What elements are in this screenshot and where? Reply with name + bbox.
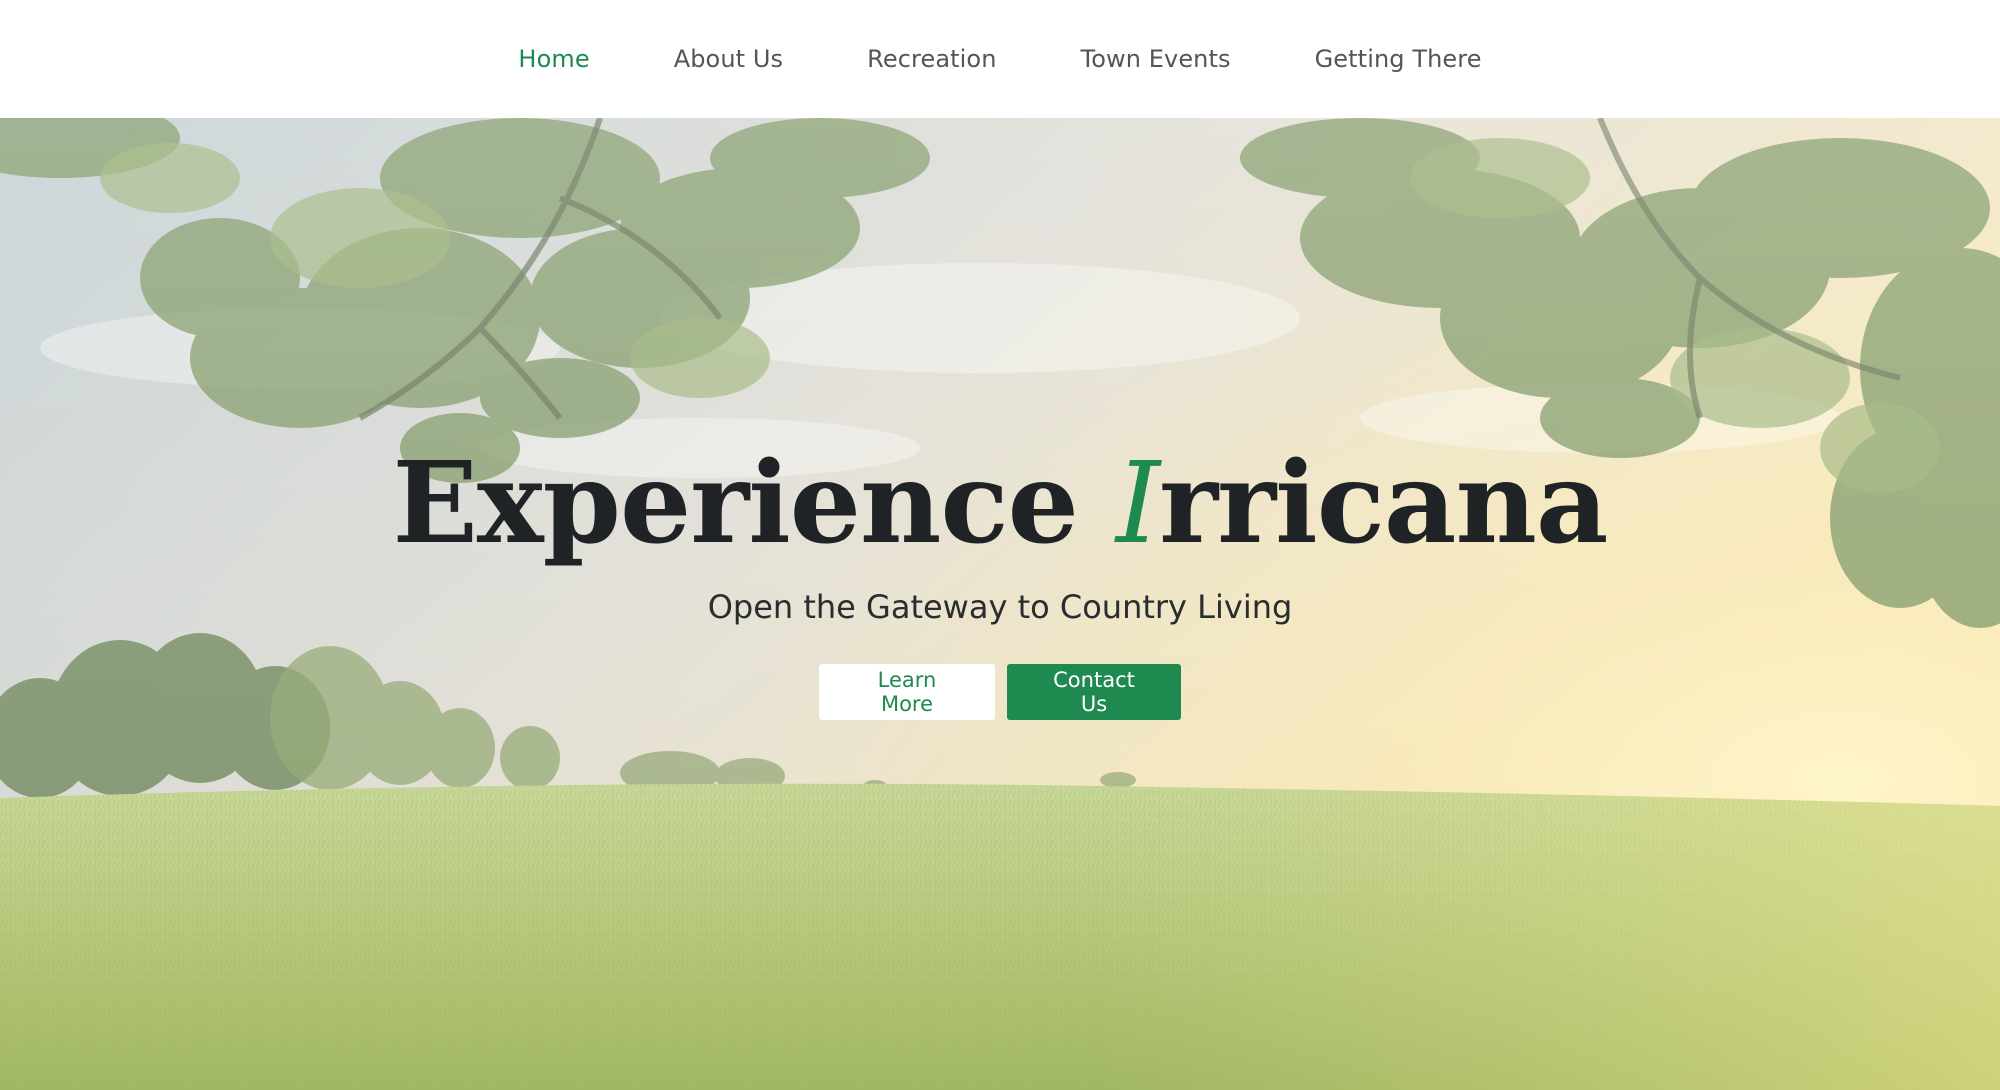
nav-item-recreation[interactable]: Recreation — [825, 0, 1038, 118]
nav-item-getting-there[interactable]: Getting There — [1273, 0, 1524, 118]
top-navbar: Home About Us Recreation Town Events Get… — [0, 0, 2000, 118]
hero-button-group: Learn More Contact Us — [0, 664, 2000, 720]
main-nav: Home About Us Recreation Town Events Get… — [476, 0, 1523, 118]
nav-item-about-us[interactable]: About Us — [632, 0, 825, 118]
hero-title-prefix: Experience — [392, 438, 1116, 569]
hero-title: Experience Irricana — [0, 442, 2000, 566]
hero-title-suffix: rricana — [1159, 438, 1608, 569]
learn-more-button[interactable]: Learn More — [819, 664, 995, 720]
hero-title-accent-letter: I — [1115, 439, 1160, 569]
contact-us-button[interactable]: Contact Us — [1007, 664, 1181, 720]
hero-section: Experience Irricana Open the Gateway to … — [0, 118, 2000, 1090]
hero-content: Experience Irricana Open the Gateway to … — [0, 118, 2000, 1090]
nav-item-town-events[interactable]: Town Events — [1039, 0, 1273, 118]
nav-item-home[interactable]: Home — [476, 0, 631, 118]
hero-subtitle: Open the Gateway to Country Living — [707, 588, 1293, 626]
